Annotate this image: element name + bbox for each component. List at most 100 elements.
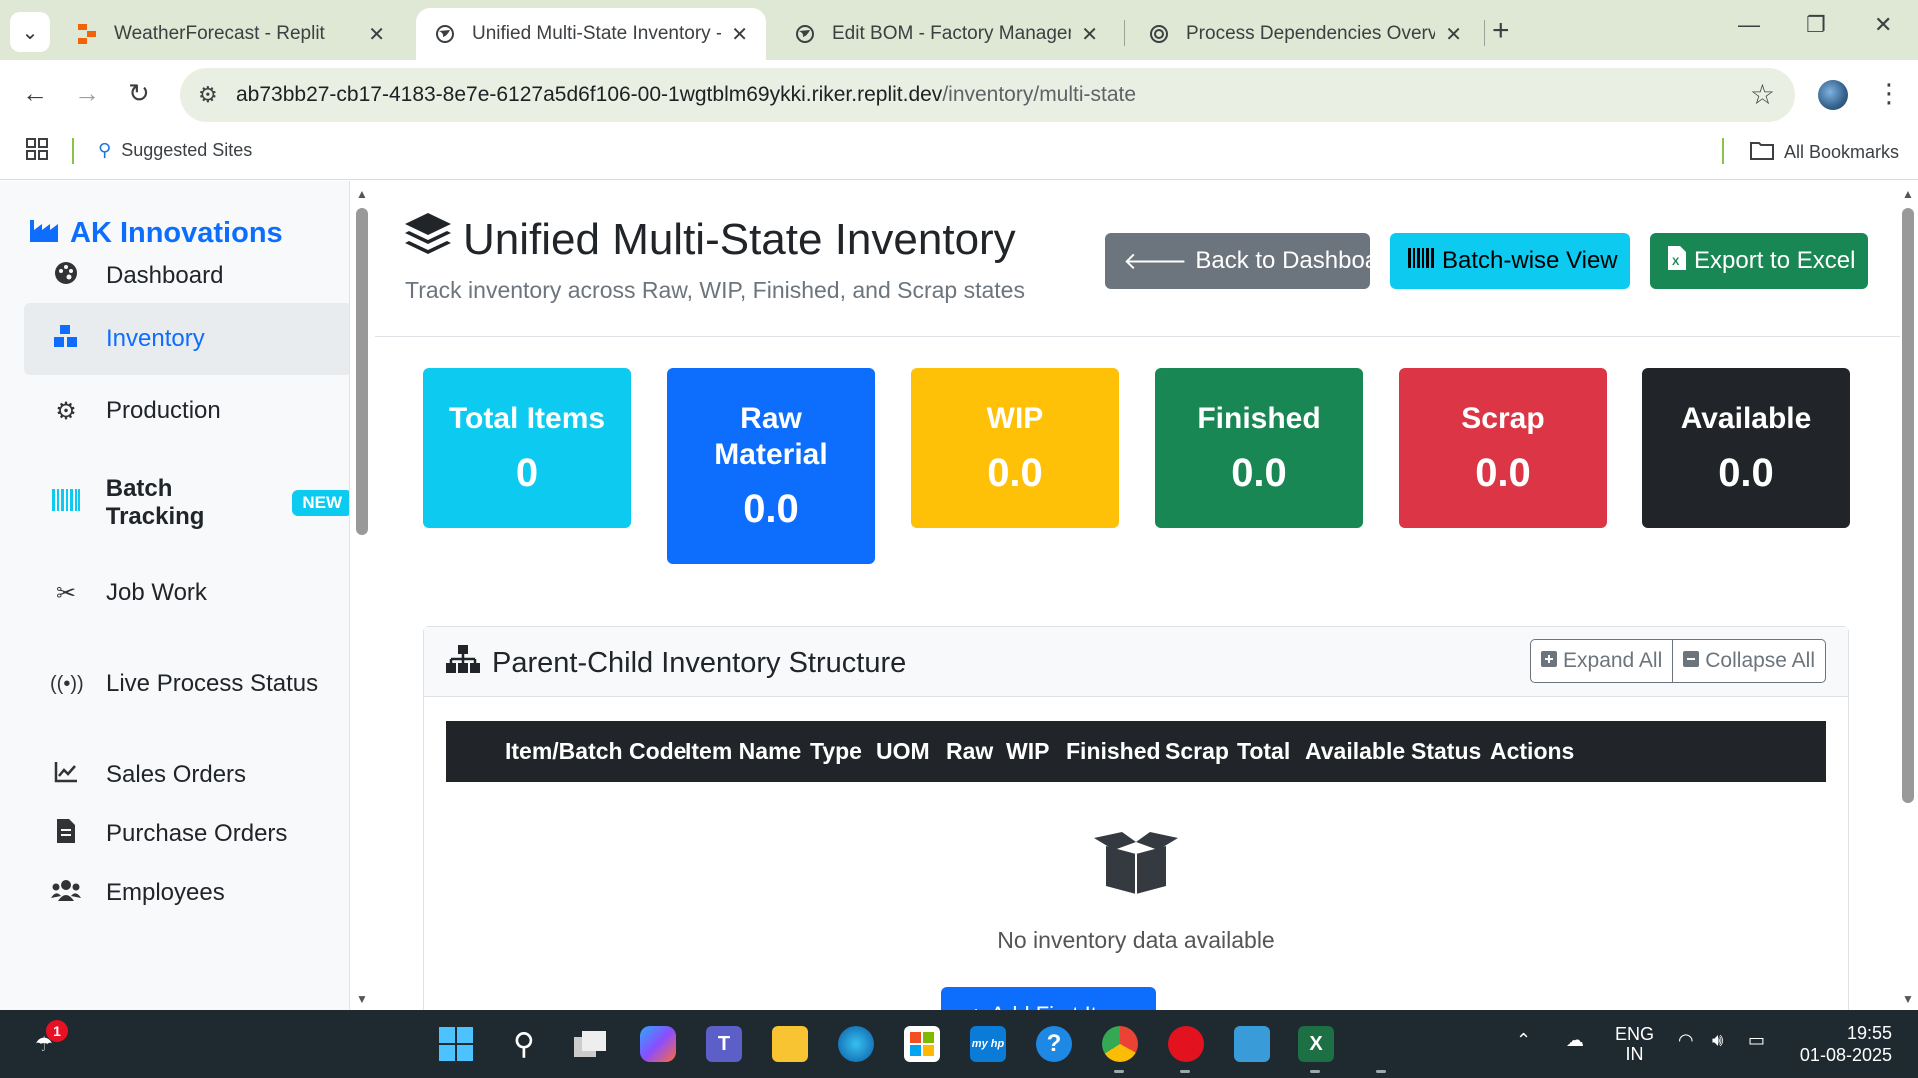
barcode-icon [50,488,82,518]
myhp-icon[interactable]: my hp [970,1026,1006,1062]
browser-tab[interactable]: Process Dependencies Overview ✕ [1130,8,1480,60]
region-label: IN [1625,1044,1644,1064]
onedrive-icon[interactable]: ☁ [1566,1030,1584,1051]
browser-tab[interactable]: Edit BOM - Factory Managemen ✕ [776,8,1116,60]
stat-card-finished: Finished 0.0 [1155,368,1363,528]
column-header[interactable]: Item/Batch Code [505,738,686,765]
sidebar-item-label: Employees [106,879,225,906]
add-first-item-button[interactable]: + Add First Item [941,987,1156,1010]
battery-icon[interactable]: ▭ [1748,1030,1765,1051]
language-indicator[interactable]: ENG IN [1615,1024,1654,1064]
forward-icon[interactable]: → [74,78,100,109]
tab-title: Edit BOM - Factory Managemen [832,23,1071,44]
sidebar-scroll-down-icon[interactable]: ▼ [356,992,368,1006]
column-header[interactable]: WIP [1006,738,1049,765]
card-header: Parent-Child Inventory Structure Expand … [424,627,1848,697]
column-header[interactable]: Available [1305,738,1405,765]
browser-tab-active[interactable]: Unified Multi-State Inventory - A ✕ [416,8,766,60]
restore-icon[interactable]: ❐ [1806,12,1826,38]
collapse-all-button[interactable]: Collapse All [1673,639,1826,683]
sidebar-item-live-process-status[interactable]: ((•)) Live Process Status [24,648,349,720]
tab-title: WeatherForecast - Replit [114,23,325,44]
browser-tab[interactable]: WeatherForecast - Replit ✕ [58,8,403,60]
folder-icon [1750,140,1774,165]
search-icon[interactable]: ⚲ [506,1026,542,1062]
close-window-icon[interactable]: ✕ [1874,12,1892,38]
wifi-icon[interactable]: ◠ [1678,1030,1694,1051]
sidebar-item-production[interactable]: ⚙ Production [24,375,349,447]
button-label: Collapse All [1705,649,1815,672]
close-tab-icon[interactable]: ✕ [368,22,385,47]
volume-icon[interactable]: 🔊︎ [1712,1030,1723,1051]
minimize-icon[interactable]: — [1738,12,1760,38]
batch-wise-view-button[interactable]: Batch-wise View [1390,233,1630,289]
column-header[interactable]: Finished [1066,738,1161,765]
address-bar[interactable]: ⚙ ab73bb27-cb17-4183-8e7e-6127a5d6f106-0… [180,68,1795,122]
copilot-icon[interactable] [640,1026,676,1062]
all-bookmarks-button[interactable]: All Bookmarks [1750,140,1899,165]
notepad-icon[interactable] [1234,1026,1270,1062]
sidebar-scrollbar-thumb[interactable] [356,208,368,535]
suggested-sites-bookmark[interactable]: ⚲ Suggested Sites [98,140,252,161]
opera-icon[interactable] [1168,1026,1204,1062]
stat-label: WIP [986,401,1044,435]
url-path: /inventory/multi-state [942,83,1137,106]
column-header[interactable]: Raw [946,738,993,765]
back-to-dashboard-button[interactable]: 🡐 Back to Dashboard [1105,233,1399,289]
chrome-icon[interactable] [1102,1026,1138,1062]
column-header[interactable]: Scrap [1165,738,1229,765]
page-scroll-down-icon[interactable]: ▼ [1902,992,1914,1006]
sidebar-item-dashboard[interactable]: Dashboard [24,240,349,312]
bookmarks-bar [0,130,1918,180]
column-header[interactable]: Type [810,738,862,765]
sidebar-scroll-up-icon[interactable]: ▲ [356,187,368,201]
apps-grid-icon[interactable] [26,138,48,165]
chart-line-icon [50,761,82,790]
bookmark-star-icon[interactable]: ☆ [1750,78,1775,111]
sidebar-item-job-work[interactable]: ✂ Job Work [24,557,349,629]
bookmark-label: All Bookmarks [1784,142,1900,162]
file-explorer-icon[interactable] [772,1026,808,1062]
close-tab-icon[interactable]: ✕ [1445,22,1462,47]
teams-icon[interactable]: T [706,1026,742,1062]
replit-icon [76,23,98,45]
close-tab-icon[interactable]: ✕ [731,22,748,47]
microsoft-store-icon[interactable] [904,1026,940,1062]
clock[interactable]: 19:55 01-08-2025 [1796,1022,1892,1066]
close-tab-icon[interactable]: ✕ [1081,22,1098,47]
column-header[interactable]: UOM [876,738,930,765]
edge-icon[interactable] [838,1026,874,1062]
sidebar-item-batch-tracking[interactable]: Batch Tracking NEW [24,467,349,539]
openai-icon [1148,23,1170,45]
excel-icon[interactable]: X [1298,1026,1334,1062]
show-hidden-icons[interactable]: ⌃ [1516,1030,1531,1051]
palette-icon [50,261,82,292]
column-header[interactable]: Total [1237,738,1290,765]
sidebar-item-employees[interactable]: Employees [24,857,349,929]
column-header[interactable]: Actions [1490,738,1574,765]
users-icon [50,879,82,908]
bookmark-separator [1722,138,1724,164]
button-label: Expand All [1563,649,1663,672]
page-scroll-up-icon[interactable]: ▲ [1902,187,1914,201]
page-scrollbar-thumb[interactable] [1902,208,1914,803]
profile-avatar[interactable] [1818,80,1848,110]
back-icon[interactable]: ← [22,78,48,109]
expand-all-button[interactable]: Expand All [1530,639,1674,683]
column-header[interactable]: Item Name [685,738,801,765]
task-view-icon[interactable] [572,1026,608,1062]
windows-start-icon[interactable] [438,1026,474,1062]
stat-value: 0 [515,450,539,495]
export-to-excel-button[interactable]: X Export to Excel [1650,233,1868,289]
new-tab-button[interactable]: + [1492,14,1510,48]
sidebar-item-inventory[interactable]: Inventory [24,303,349,375]
site-settings-icon[interactable]: ⚙ [198,82,218,108]
main-content: Unified Multi-State Inventory Track inve… [375,181,1900,1010]
browser-menu-icon[interactable]: ⋮ [1876,78,1902,109]
reload-icon[interactable]: ↻ [128,78,150,109]
stat-label: Available [1680,401,1812,435]
column-header[interactable]: Status [1411,738,1481,765]
help-icon[interactable]: ? [1036,1026,1072,1062]
button-label: Batch-wise View [1442,247,1618,274]
tab-search-button[interactable]: ⌄ [10,12,50,52]
